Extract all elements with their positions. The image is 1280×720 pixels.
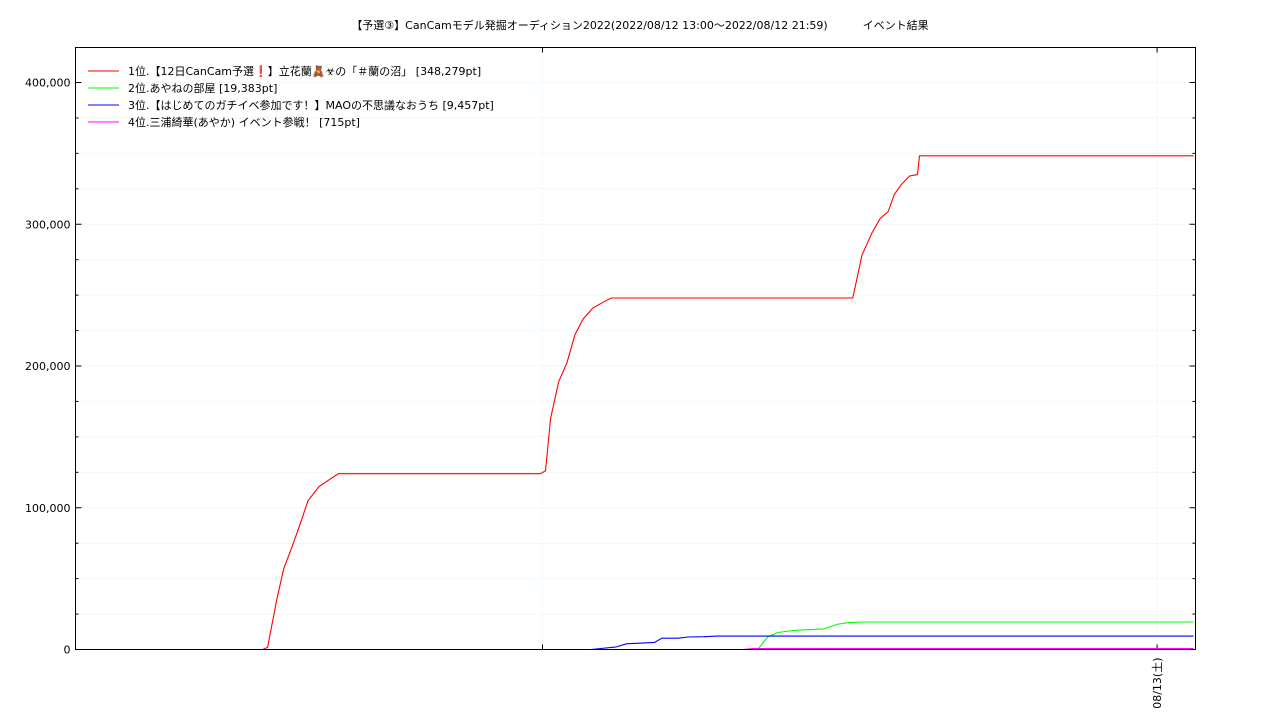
- y-tick-label: 100,000: [25, 502, 71, 515]
- plot-frame: [75, 47, 1196, 650]
- legend-label-1: 1位.【12日CanCam予選❗️】立花蘭🧸☣︎の「＃蘭の沼」 [348,279…: [128, 64, 481, 78]
- y-tick-label: 300,000: [25, 218, 71, 231]
- grid-lines: [75, 47, 1196, 650]
- series-line-3: [542, 635, 1194, 651]
- x-tick-label: 08/13(土): [1151, 658, 1164, 709]
- y-tick-label: 200,000: [25, 360, 71, 373]
- legend-label-2: 2位.あやねの部屋 [19,383pt]: [128, 81, 277, 95]
- legend-label-3: 3位.【はじめてのガチイベ参加です！】MAOの不思議なおうち [9,457pt]: [128, 98, 494, 112]
- legend-label-4: 4位.三浦綺華(あやか) イベント参戦！ [715pt]: [128, 115, 360, 129]
- series-line-1: [262, 155, 1194, 651]
- legend: 1位.【12日CanCam予選❗️】立花蘭🧸☣︎の「＃蘭の沼」 [348,279…: [88, 64, 494, 129]
- y-tick-label: 400,000: [25, 77, 71, 90]
- line-chart: 0 100,000 200,000 300,000 400,000 08/13(土) 1位…: [25, 47, 1196, 709]
- y-tick-label: 0: [64, 644, 71, 657]
- series-lines: [262, 155, 1194, 651]
- axis-ticks: [75, 47, 1196, 650]
